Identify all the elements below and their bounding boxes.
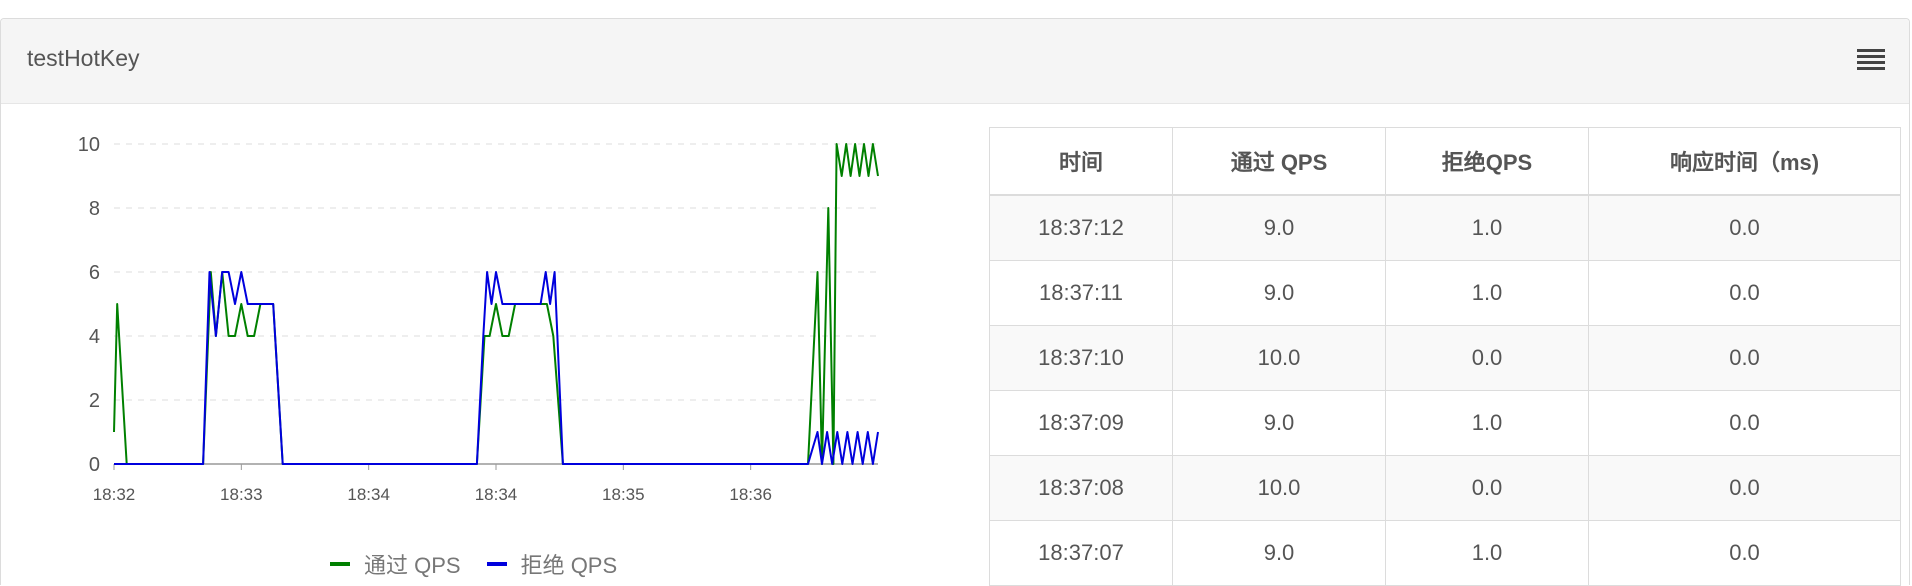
cell-block: 1.0 xyxy=(1385,194,1589,261)
series-line-block-qps xyxy=(114,271,879,465)
table-row: 18:37:07 9.0 1.0 0.0 xyxy=(989,520,1901,586)
cell-pass: 10.0 xyxy=(1172,325,1386,391)
cell-pass: 9.0 xyxy=(1172,260,1386,326)
y-tick-label: 10 xyxy=(78,134,100,156)
cell-rt: 0.0 xyxy=(1588,194,1901,261)
x-tick-label: 18:33 xyxy=(220,485,263,504)
cell-block: 0.0 xyxy=(1385,455,1589,521)
legend-item-pass[interactable]: 通过 QPS xyxy=(330,548,461,580)
qps-line-chart: 0 2 4 6 8 10 18:32 18:33 18:34 18:34 18:35 18:36 xyxy=(60,122,890,582)
cell-time: 18:37:10 xyxy=(989,325,1173,391)
qps-table: 时间 通过 QPS 拒绝QPS 响应时间（ms) 18:37:12 9.0 1.… xyxy=(989,127,1901,586)
cell-rt: 0.0 xyxy=(1588,325,1901,391)
cell-time: 18:37:11 xyxy=(989,260,1173,326)
cell-rt: 0.0 xyxy=(1588,520,1901,586)
cell-pass: 9.0 xyxy=(1172,520,1386,586)
cell-pass: 9.0 xyxy=(1172,194,1386,261)
panel-header: testHotKey xyxy=(1,19,1909,104)
cell-time: 18:37:09 xyxy=(989,390,1173,456)
cell-rt: 0.0 xyxy=(1588,390,1901,456)
x-tick-label: 18:35 xyxy=(602,485,645,504)
series-line-pass-qps xyxy=(113,143,879,465)
cell-pass: 10.0 xyxy=(1172,455,1386,521)
cell-time: 18:37:07 xyxy=(989,520,1173,586)
col-time[interactable]: 时间 xyxy=(989,127,1173,196)
legend-label-pass: 通过 QPS xyxy=(364,553,461,578)
x-tick-label: 18:32 xyxy=(93,485,136,504)
legend-swatch-pass xyxy=(330,562,350,566)
x-tick-label: 18:34 xyxy=(475,485,518,504)
y-tick-label: 4 xyxy=(89,326,100,348)
legend-label-block: 拒绝 QPS xyxy=(520,553,618,578)
panel-title: testHotKey xyxy=(27,45,140,71)
table-row: 18:37:11 9.0 1.0 0.0 xyxy=(989,260,1901,326)
cell-rt: 0.0 xyxy=(1588,455,1901,521)
chart-legend: 通过 QPS 拒绝 QPS xyxy=(330,548,617,580)
table-row: 18:37:12 9.0 1.0 0.0 xyxy=(989,194,1901,261)
x-tick-label: 18:36 xyxy=(729,485,772,504)
col-response-time[interactable]: 响应时间（ms) xyxy=(1588,127,1901,196)
col-block-qps[interactable]: 拒绝QPS xyxy=(1385,127,1589,196)
cell-rt: 0.0 xyxy=(1588,260,1901,326)
cell-block: 1.0 xyxy=(1385,520,1589,586)
menu-hamburger-icon[interactable] xyxy=(1857,49,1885,71)
y-tick-label: 0 xyxy=(89,454,100,476)
y-tick-label: 2 xyxy=(89,390,100,412)
table-header-row: 时间 通过 QPS 拒绝QPS 响应时间（ms) xyxy=(989,127,1901,196)
cell-block: 1.0 xyxy=(1385,390,1589,456)
y-tick-label: 8 xyxy=(89,198,100,220)
y-tick-label: 6 xyxy=(89,262,100,284)
table-row: 18:37:09 9.0 1.0 0.0 xyxy=(989,390,1901,456)
x-tick-label: 18:34 xyxy=(347,485,390,504)
col-pass-qps[interactable]: 通过 QPS xyxy=(1172,127,1386,196)
table-row: 18:37:10 10.0 0.0 0.0 xyxy=(989,325,1901,391)
cell-block: 1.0 xyxy=(1385,260,1589,326)
cell-block: 0.0 xyxy=(1385,325,1589,391)
legend-item-block[interactable]: 拒绝 QPS xyxy=(486,548,618,580)
cell-pass: 9.0 xyxy=(1172,390,1386,456)
table-row: 18:37:08 10.0 0.0 0.0 xyxy=(989,455,1901,521)
cell-time: 18:37:12 xyxy=(989,194,1173,261)
legend-swatch-block xyxy=(486,562,507,566)
chart-svg: 0 2 4 6 8 10 18:32 18:33 18:34 18:34 18:35 18:36 xyxy=(78,134,879,504)
cell-time: 18:37:08 xyxy=(989,455,1173,521)
